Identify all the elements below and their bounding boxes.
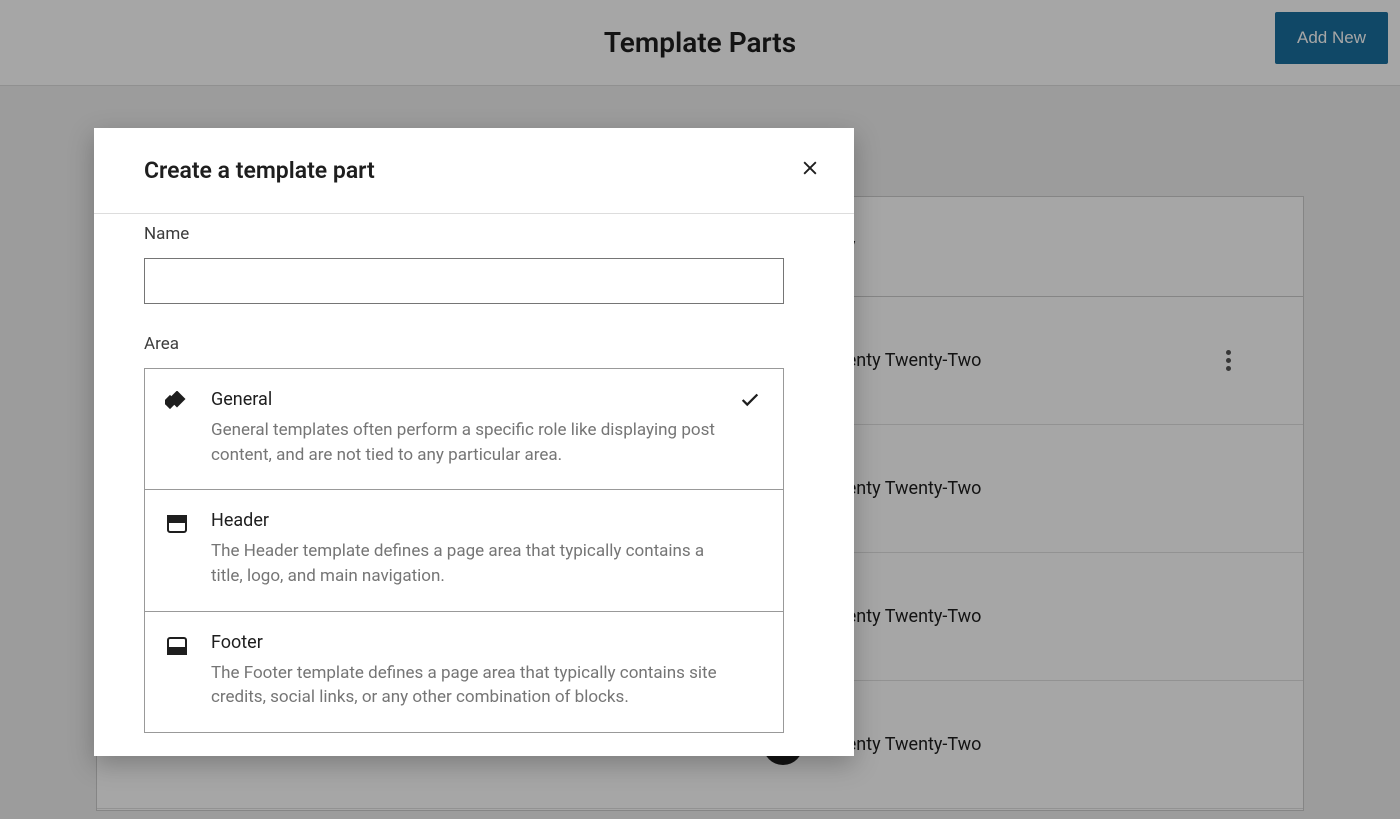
area-option-general[interactable]: General General templates often perform … (145, 369, 783, 490)
footer-icon (165, 634, 189, 710)
check-icon (739, 389, 761, 415)
area-option-desc: The Footer template defines a page area … (211, 661, 723, 710)
modal-title: Create a template part (144, 157, 375, 184)
create-template-part-modal: Create a template part Name Area General… (94, 128, 854, 756)
modal-body[interactable]: Name Area General General templates ofte… (94, 214, 854, 756)
modal-header: Create a template part (94, 128, 854, 214)
area-option-list: General General templates often perform … (144, 368, 784, 733)
header-icon (165, 512, 189, 588)
area-option-desc: General templates often perform a specif… (211, 418, 723, 467)
general-icon (165, 391, 189, 467)
name-input[interactable] (144, 258, 784, 304)
area-option-name: General (211, 389, 723, 410)
area-option-name: Footer (211, 632, 723, 653)
close-icon (800, 158, 820, 178)
area-option-header[interactable]: Header The Header template defines a pag… (145, 490, 783, 611)
area-option-name: Header (211, 510, 723, 531)
name-field-label: Name (144, 224, 804, 244)
area-option-desc: The Header template defines a page area … (211, 539, 723, 588)
area-option-footer[interactable]: Footer The Footer template defines a pag… (145, 612, 783, 732)
close-button[interactable] (794, 152, 826, 189)
area-field-label: Area (144, 334, 804, 354)
